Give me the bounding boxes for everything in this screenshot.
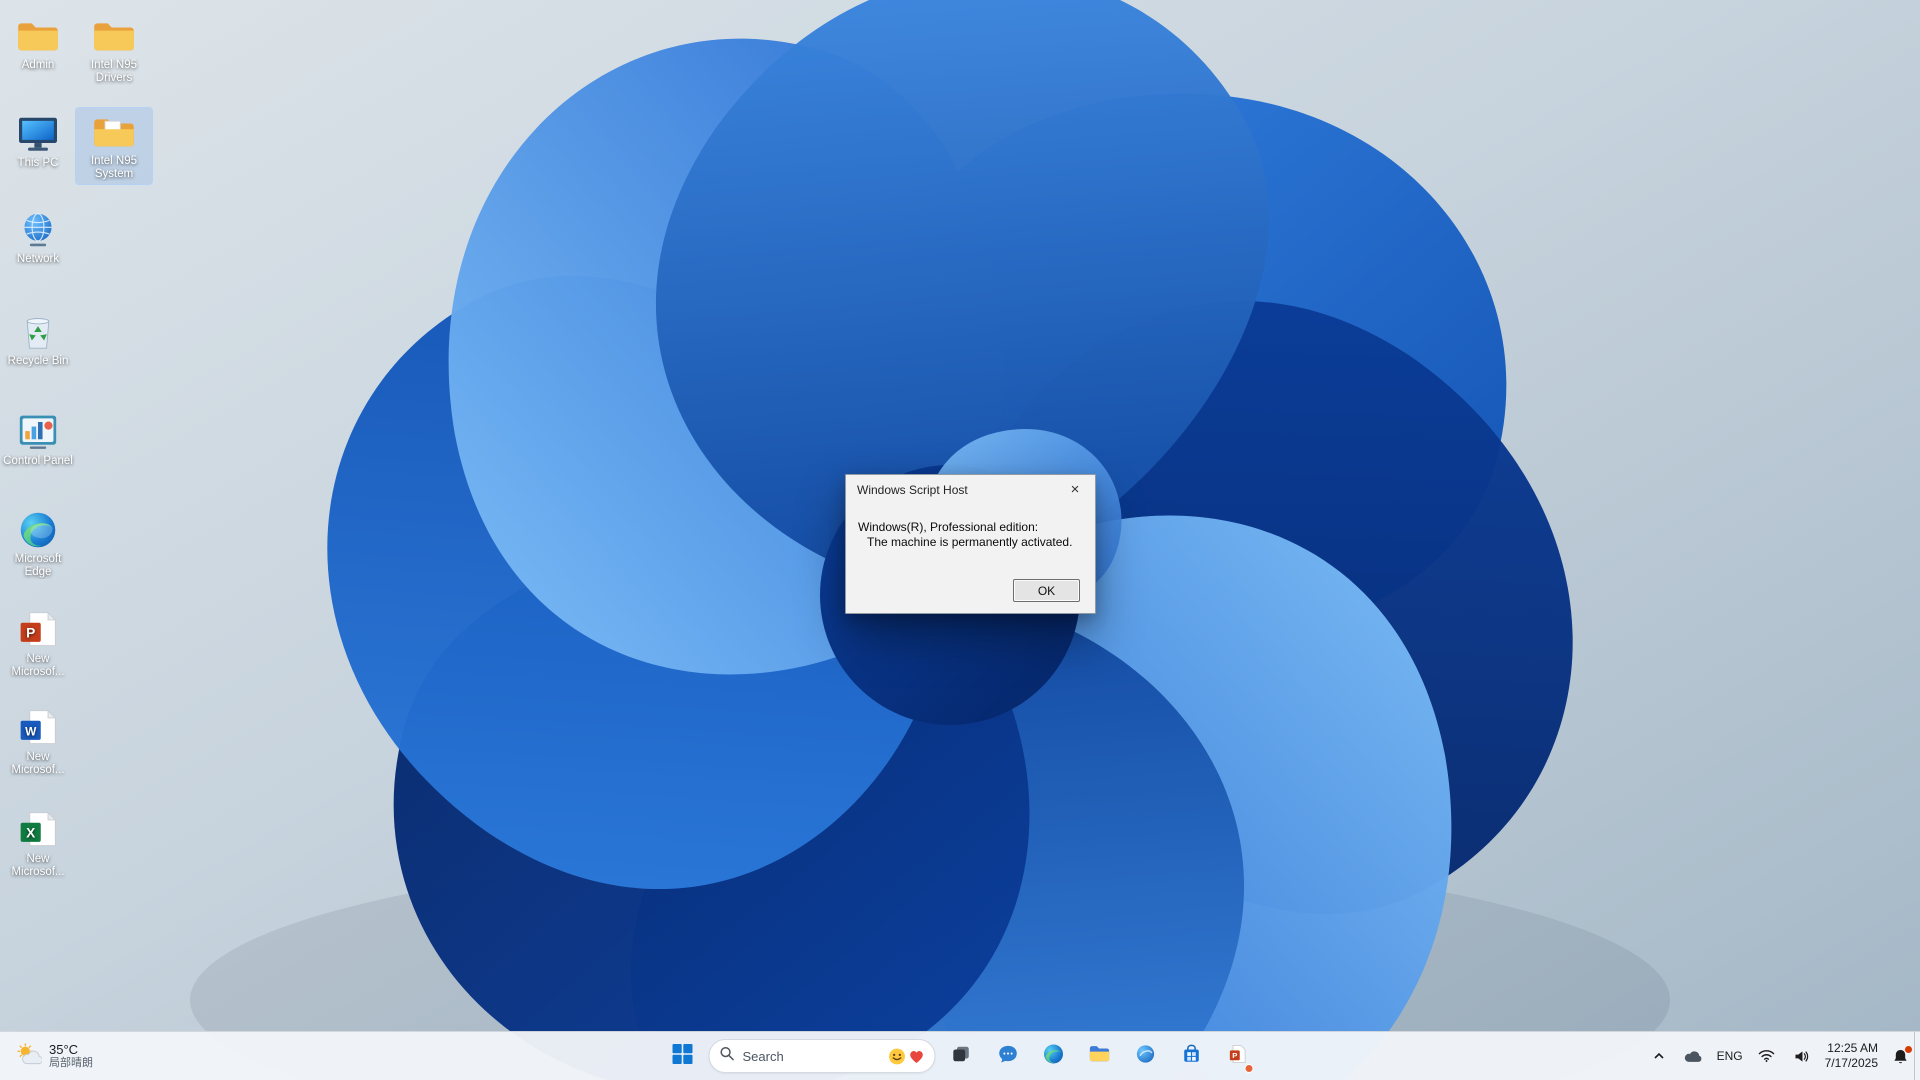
search-placeholder: Search [742, 1048, 784, 1064]
weather-temperature: 35°C [49, 1042, 79, 1057]
dialog-title: Windows Script Host [857, 482, 968, 497]
desktop-icon-label: New Microsof... [11, 751, 65, 776]
powerpoint-icon: P [1229, 1044, 1247, 1069]
desktop-icon-label: Recycle Bin [7, 355, 69, 367]
windows-script-host-dialog: Windows Script Host × Windows(R), Profes… [845, 474, 1096, 614]
desktop-icon-new-excel[interactable]: X New Microsof... [0, 806, 76, 882]
edge-button[interactable] [1034, 1036, 1074, 1076]
desktop-icon-control-panel[interactable]: Control Panel [0, 408, 76, 471]
weather-condition: 局部晴朗 [49, 1057, 93, 1069]
heart-emoji-icon [910, 1050, 923, 1063]
desktop-icon-microsoft-edge[interactable]: Microsoft Edge [0, 506, 76, 582]
svg-text:P: P [26, 625, 35, 640]
store-button[interactable] [1172, 1036, 1212, 1076]
volume-button[interactable] [1790, 1046, 1814, 1067]
svg-text:W: W [25, 724, 37, 738]
excel-document-icon: X [15, 810, 61, 850]
powerpoint-button[interactable]: P [1218, 1036, 1258, 1076]
speaker-icon [1795, 1050, 1808, 1062]
notification-red-dot [1905, 1045, 1912, 1053]
clock-date-button[interactable]: 12:25 AM 7/17/2025 [1825, 1041, 1878, 1071]
folder-icon [15, 16, 61, 56]
folder-icon [91, 16, 137, 56]
taskbar-center-group: Search P [663, 1032, 1258, 1080]
notifications-button[interactable] [1889, 1044, 1912, 1069]
task-view-icon [952, 1044, 972, 1069]
file-explorer-button[interactable] [1080, 1036, 1120, 1076]
desktop-icon-label: Intel N95 Drivers [90, 59, 138, 84]
control-panel-icon [15, 412, 61, 452]
windows-logo-icon [672, 1043, 694, 1070]
wifi-button[interactable] [1754, 1045, 1779, 1067]
svg-text:X: X [26, 825, 36, 840]
desktop-icon-intel-n95-system[interactable]: Intel N95 System [75, 107, 153, 185]
recycle-bin-icon [15, 312, 61, 352]
task-view-button[interactable] [942, 1036, 982, 1076]
tray-time: 12:25 AM [1827, 1041, 1878, 1055]
copilot-icon [1136, 1044, 1156, 1069]
desktop-icon-label: This PC [17, 157, 59, 169]
folder-with-files-icon [91, 112, 137, 152]
desktop-icon-label: Control Panel [3, 455, 73, 467]
desktop-icon-intel-n95-drivers[interactable]: Intel N95 Drivers [76, 12, 152, 88]
svg-text:P: P [1232, 1050, 1237, 1059]
network-globe-icon [15, 210, 61, 250]
dialog-titlebar[interactable]: Windows Script Host × [846, 475, 1095, 504]
desktop-icon-label: Network [16, 253, 60, 265]
word-document-icon: W [15, 708, 61, 748]
copilot-button[interactable] [1126, 1036, 1166, 1076]
search-input[interactable]: Search [708, 1039, 936, 1073]
desktop-icon-label: New Microsof... [11, 853, 65, 878]
powerpoint-document-icon: P [15, 610, 61, 650]
store-icon [1182, 1044, 1202, 1069]
notification-badge-dot [1244, 1064, 1254, 1073]
desktop-icon-recycle-bin[interactable]: Recycle Bin [0, 308, 76, 371]
smiley-emoji-icon [889, 1048, 905, 1064]
search-highlight-emojis [889, 1048, 925, 1065]
ok-button[interactable]: OK [1013, 579, 1080, 602]
dialog-message-line1: Windows(R), Professional edition: [858, 520, 1039, 534]
file-explorer-icon [1089, 1044, 1111, 1068]
dialog-message-line2: The machine is permanently activated. [867, 535, 1073, 549]
chevron-up-icon [1654, 1052, 1664, 1059]
system-tray: ENG 12:25 AM 7/17/2025 [1649, 1032, 1912, 1080]
chat-bubble-icon [997, 1044, 1018, 1069]
desktop-icon-label: Intel N95 System [90, 155, 138, 180]
chat-button[interactable] [988, 1036, 1028, 1076]
desktop-icon-network[interactable]: Network [0, 206, 76, 269]
weather-icon [16, 1042, 43, 1070]
tray-chevron-up-button[interactable] [1649, 1046, 1669, 1066]
show-desktop-button[interactable] [1914, 1032, 1920, 1080]
language-indicator[interactable]: ENG [1717, 1049, 1743, 1063]
desktop-icon-new-powerpoint[interactable]: P New Microsof... [0, 606, 76, 682]
desktop-icon-label: Admin [21, 59, 55, 71]
close-icon[interactable]: × [1055, 475, 1095, 504]
taskbar: 35°C 局部晴朗 Search P ENG 12:25 AM 7/17/202… [0, 1031, 1920, 1080]
start-button[interactable] [663, 1036, 703, 1076]
cloud-icon [1684, 1050, 1701, 1062]
search-icon [720, 1046, 735, 1066]
dialog-body: Windows(R), Professional edition: The ma… [846, 504, 1095, 550]
edge-icon [15, 510, 61, 550]
desktop-icon-admin[interactable]: Admin [0, 12, 76, 75]
desktop-icon-label: Microsoft Edge [14, 553, 62, 578]
onedrive-button[interactable] [1680, 1046, 1706, 1067]
tray-date: 7/17/2025 [1824, 1056, 1878, 1070]
computer-icon [15, 114, 61, 154]
wifi-icon [1758, 1050, 1774, 1062]
desktop-icon-label: New Microsof... [11, 653, 65, 678]
desktop-icon-new-word[interactable]: W New Microsof... [0, 704, 76, 780]
weather-widget[interactable]: 35°C 局部晴朗 [10, 1032, 99, 1080]
edge-icon [1043, 1043, 1065, 1070]
desktop-icon-this-pc[interactable]: This PC [0, 110, 76, 173]
